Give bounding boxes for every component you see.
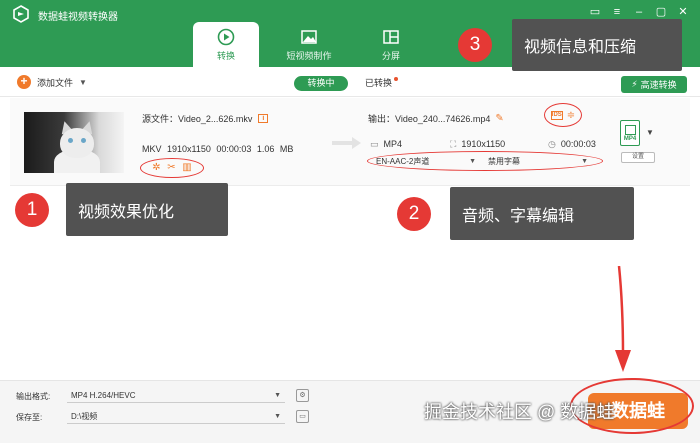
minimize-icon[interactable]: – bbox=[630, 5, 648, 19]
plus-icon: + bbox=[17, 75, 31, 89]
source-file-name: 源文件：Video_2...626.mkv bbox=[142, 114, 253, 124]
info-icon[interactable]: i bbox=[258, 114, 269, 123]
maximize-icon[interactable]: ▢ bbox=[652, 5, 670, 19]
file-list-item[interactable]: 源文件：Video_2...626.mkv i MKV 1910x1150 00… bbox=[10, 98, 690, 186]
tab-converted[interactable]: 已转换 bbox=[365, 76, 399, 91]
output-resolution: ⛶ 1910x1150 bbox=[450, 139, 505, 150]
output-file-name: 输出：Video_240...74626.mp4 bbox=[368, 114, 491, 124]
subtitle-select[interactable]: 禁用字幕 ▼ bbox=[488, 156, 588, 168]
output-duration-text: 00:00:03 bbox=[560, 139, 596, 149]
output-file: 输出：Video_240...74626.mp4 ✎ bbox=[368, 112, 504, 125]
callout-number-1: 1 bbox=[15, 193, 49, 227]
output-info-tools: IDS ≑ bbox=[544, 103, 582, 127]
pencil-icon[interactable]: ✎ bbox=[495, 113, 503, 124]
output-format-select-value: MP4 H.264/HEVC bbox=[71, 391, 136, 400]
format-settings-icon[interactable]: ⚙ bbox=[296, 389, 309, 402]
output-format-icon[interactable]: MP4 bbox=[620, 120, 640, 146]
tab-split-screen[interactable]: 分屏 bbox=[358, 22, 424, 67]
save-path-value: D:\视频 bbox=[71, 412, 98, 421]
callout-1-text: 视频效果优化 bbox=[78, 203, 175, 221]
audio-track-value: EN-AAC-2声道 bbox=[376, 157, 430, 166]
notification-dot bbox=[394, 77, 399, 81]
chevron-down-icon: ▼ bbox=[274, 413, 281, 420]
folder-icon[interactable]: ▭ bbox=[296, 410, 309, 423]
chevron-down-icon: ▼ bbox=[469, 158, 476, 165]
settings-button[interactable]: 设置 bbox=[621, 152, 655, 163]
arrow-right-icon bbox=[332, 137, 361, 149]
chevron-down-icon[interactable]: ▼ bbox=[646, 128, 654, 137]
callout-2: 音频、字幕编辑 bbox=[450, 187, 634, 240]
arrow-down-icon bbox=[615, 266, 631, 372]
video-thumbnail[interactable] bbox=[24, 112, 124, 173]
audio-track-select[interactable]: EN-AAC-2声道 ▼ bbox=[376, 156, 476, 168]
source-meta: MKV 1910x1150 00:00:03 1.06 MB bbox=[142, 144, 294, 154]
tab-short-video-label: 短视频制作 bbox=[286, 51, 332, 61]
callout-3: 视频信息和压缩 bbox=[512, 19, 682, 71]
subtitle-value: 禁用字幕 bbox=[488, 157, 520, 166]
video-edit-tools: ✲ ✂ ▥ bbox=[140, 158, 204, 178]
output-format: ▭ MP4 bbox=[370, 139, 402, 150]
app-title: 数据蛙视频转换器 bbox=[38, 12, 118, 23]
add-file-button[interactable]: + 添加文件 ▼ bbox=[17, 75, 87, 89]
output-resolution-text: 1910x1150 bbox=[461, 139, 506, 149]
save-path-select[interactable]: D:\视频 ▼ bbox=[67, 409, 285, 424]
lightning-icon: ⚡ bbox=[631, 79, 638, 89]
clock-icon: ◷ bbox=[548, 139, 556, 149]
window-controls: ▭ ≡ – ▢ ✕ bbox=[586, 5, 692, 19]
callout-2-text: 音频、字幕编辑 bbox=[462, 207, 575, 225]
cat-eye-shape bbox=[81, 138, 86, 143]
callout-number-2: 2 bbox=[397, 197, 431, 231]
chevron-down-icon: ▼ bbox=[581, 158, 588, 165]
output-duration: ◷ 00:00:03 bbox=[548, 139, 596, 150]
split-screen-icon bbox=[383, 30, 399, 44]
close-icon[interactable]: ✕ bbox=[674, 5, 692, 19]
callout-3-text: 视频信息和压缩 bbox=[524, 39, 637, 56]
cat-head-shape bbox=[60, 128, 94, 158]
menu-icon[interactable]: ≡ bbox=[608, 5, 626, 19]
tab-convert-label: 转换 bbox=[216, 51, 235, 61]
image-icon bbox=[301, 30, 317, 44]
toolbar: + 添加文件 ▼ 转换中 已转换 ⚡ 高速转换 bbox=[0, 67, 700, 97]
cut-icon[interactable]: ✂ bbox=[167, 163, 175, 173]
source-file: 源文件：Video_2...626.mkv i bbox=[142, 112, 269, 125]
output-format-text: MP4 bbox=[383, 139, 403, 149]
tab-split-screen-label: 分屏 bbox=[381, 51, 400, 61]
compress-icon[interactable]: ≑ bbox=[567, 110, 575, 121]
save-to-label: 保存至: bbox=[16, 413, 43, 422]
tab-converted-label: 已转换 bbox=[365, 78, 393, 88]
output-format-label: 输出格式: bbox=[16, 392, 51, 401]
fast-convert-label: 高速转换 bbox=[640, 80, 677, 90]
convert-icon bbox=[217, 28, 235, 46]
audio-subtitle-group: EN-AAC-2声道 ▼ 禁用字幕 ▼ bbox=[367, 151, 603, 171]
edit-icon[interactable]: ▥ bbox=[182, 163, 191, 173]
callout-number-3: 3 bbox=[458, 28, 492, 62]
callout-1: 视频效果优化 bbox=[66, 183, 228, 236]
watermark: 掘金技术社区 @ 数据蛙 bbox=[424, 402, 615, 422]
media-info-icon[interactable]: IDS bbox=[550, 110, 563, 120]
feedback-icon[interactable]: ▭ bbox=[586, 5, 604, 19]
resize-icon: ⛶ bbox=[450, 139, 457, 149]
tab-converting[interactable]: 转换中 bbox=[294, 76, 348, 91]
tab-short-video[interactable]: 短视频制作 bbox=[276, 22, 342, 67]
video-icon: ▭ bbox=[370, 139, 379, 149]
output-format-select[interactable]: MP4 H.264/HEVC ▼ bbox=[67, 388, 285, 403]
cat-eye-shape bbox=[68, 138, 73, 143]
chevron-down-icon[interactable]: ▼ bbox=[79, 78, 87, 87]
add-file-label: 添加文件 bbox=[37, 77, 74, 88]
tab-convert[interactable]: 转换 bbox=[193, 22, 259, 67]
app-logo-icon bbox=[13, 5, 29, 23]
enhance-icon[interactable]: ✲ bbox=[152, 163, 160, 173]
chevron-down-icon: ▼ bbox=[274, 392, 281, 399]
fast-convert-button[interactable]: ⚡ 高速转换 bbox=[621, 76, 687, 93]
